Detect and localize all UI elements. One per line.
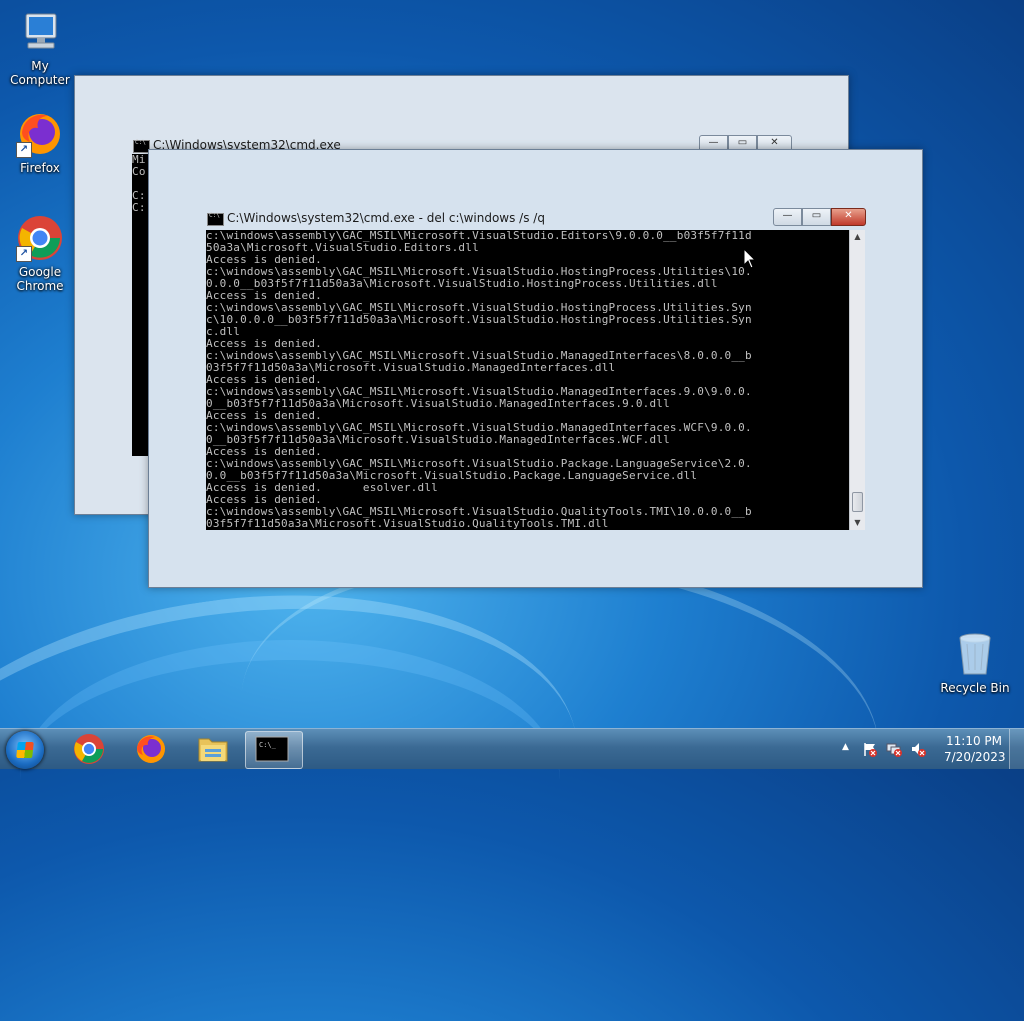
scroll-down-arrow-icon[interactable]: ▼ bbox=[850, 516, 865, 530]
taskbar-cmd-button[interactable]: C:\_ bbox=[245, 731, 303, 769]
shortcut-arrow-icon: ↗ bbox=[16, 142, 32, 158]
taskbar-chrome-button[interactable] bbox=[61, 731, 117, 767]
desktop-icon-recycle-bin[interactable]: Recycle Bin bbox=[935, 630, 1015, 695]
front-window-titlebar[interactable]: C:\Windows\system32\cmd.exe - del c:\win… bbox=[207, 208, 866, 232]
desktop-icon-label: Firefox bbox=[20, 161, 60, 175]
front-window-controls: — ▭ ✕ bbox=[773, 208, 866, 226]
cmd-icon bbox=[207, 212, 224, 226]
start-button[interactable] bbox=[6, 731, 44, 769]
console-line: 03f5f7f11d50a3a\Microsoft.VisualStudio.Q… bbox=[206, 517, 609, 530]
computer-icon bbox=[16, 8, 64, 56]
front-window-title: C:\Windows\system32\cmd.exe - del c:\win… bbox=[227, 211, 545, 225]
front-cmd-window[interactable]: C:\Windows\system32\cmd.exe - del c:\win… bbox=[148, 149, 923, 588]
console-text: c:\windows\assembly\GAC_MSIL\Microsoft.V… bbox=[206, 230, 849, 530]
clock[interactable]: 11:10 PM 7/20/2023 bbox=[944, 733, 1006, 765]
desktop-icon-google-chrome[interactable]: ↗ Google Chrome bbox=[0, 214, 80, 293]
show-hidden-icons-button[interactable]: ▲ bbox=[842, 742, 849, 752]
cmd-icon: C:\_ bbox=[255, 736, 289, 762]
action-center-flag-icon[interactable] bbox=[862, 741, 878, 757]
taskbar-firefox-button[interactable] bbox=[123, 731, 179, 767]
console-scrollbar[interactable]: ▲ ▼ bbox=[849, 230, 865, 530]
chrome-icon bbox=[74, 734, 104, 764]
recycle-bin-icon bbox=[951, 630, 999, 678]
clock-time: 11:10 PM bbox=[946, 734, 1002, 748]
network-icon[interactable] bbox=[886, 741, 902, 757]
clock-date: 7/20/2023 bbox=[944, 750, 1006, 764]
chrome-icon: ↗ bbox=[16, 214, 64, 262]
desktop-icon-label: Google Chrome bbox=[16, 265, 64, 293]
wallpaper-streak bbox=[20, 640, 560, 920]
firefox-icon bbox=[137, 735, 165, 763]
console-line: c\10.0.0.0__b03f5f7f11d50a3a\Microsoft.V… bbox=[206, 313, 752, 326]
svg-text:C:\_: C:\_ bbox=[259, 741, 277, 749]
desktop-icon-firefox[interactable]: ↗ Firefox bbox=[0, 110, 80, 175]
volume-muted-icon[interactable] bbox=[910, 741, 926, 757]
minimize-button[interactable]: — bbox=[773, 208, 802, 226]
maximize-button[interactable]: ▭ bbox=[802, 208, 831, 226]
firefox-icon: ↗ bbox=[16, 110, 64, 158]
shortcut-arrow-icon: ↗ bbox=[16, 246, 32, 262]
console-output[interactable]: c:\windows\assembly\GAC_MSIL\Microsoft.V… bbox=[206, 230, 849, 530]
desktop-icon-label: My Computer bbox=[10, 59, 70, 87]
show-desktop-button[interactable] bbox=[1009, 729, 1024, 769]
scroll-thumb[interactable] bbox=[852, 492, 863, 512]
folder-icon bbox=[198, 738, 228, 762]
scroll-up-arrow-icon[interactable]: ▲ bbox=[850, 230, 865, 244]
desktop-icon-my-computer[interactable]: My Computer bbox=[0, 8, 80, 87]
system-tray: ▲ 11:10 PM 7/20/2023 bbox=[834, 729, 1024, 769]
mouse-cursor-icon bbox=[743, 247, 757, 274]
close-button[interactable]: ✕ bbox=[831, 208, 866, 226]
taskbar-explorer-button[interactable] bbox=[185, 731, 241, 767]
taskbar: C:\_ ▲ 11:10 PM 7/20/2023 bbox=[0, 728, 1024, 769]
desktop-icon-label: Recycle Bin bbox=[940, 681, 1010, 695]
